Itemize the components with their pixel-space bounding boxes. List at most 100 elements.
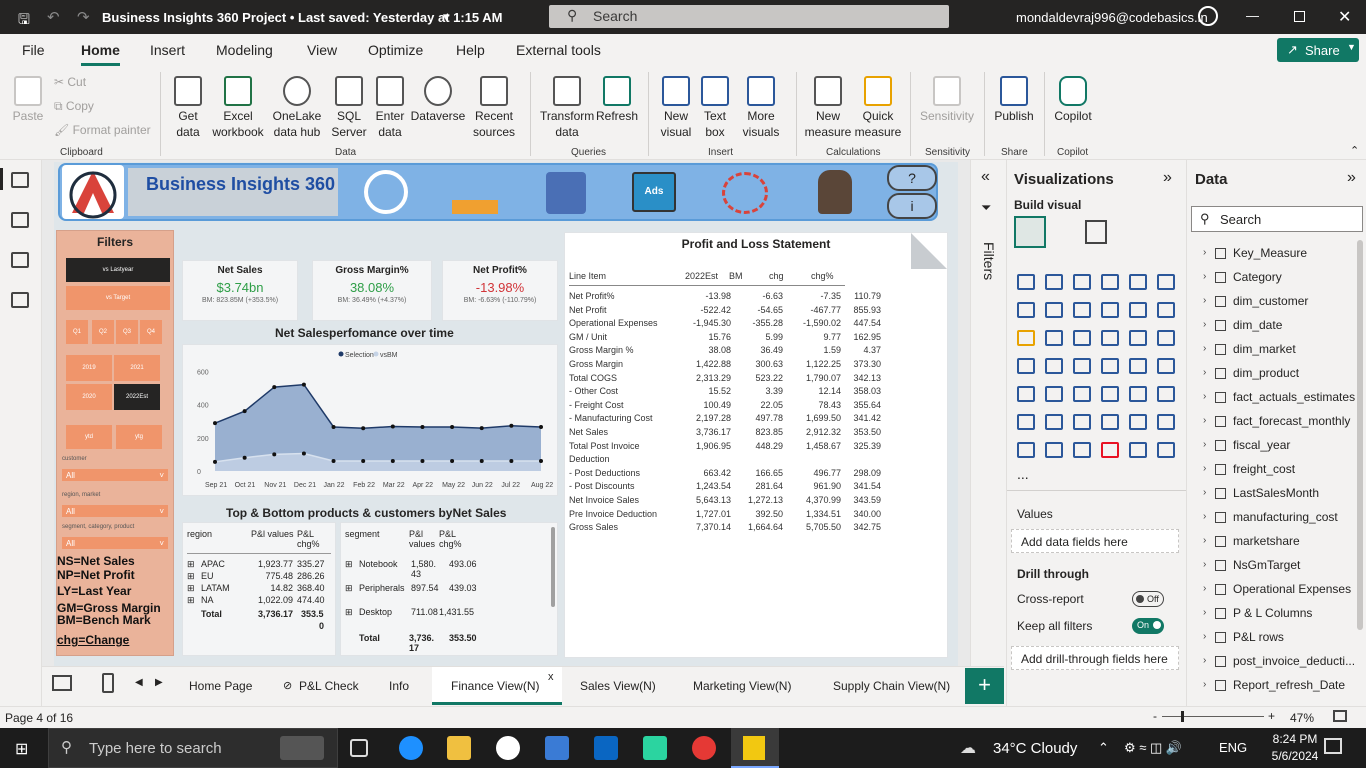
add-page-button[interactable]: + xyxy=(965,668,1004,704)
ytd-button[interactable]: ytd xyxy=(66,425,112,449)
prev-page-icon[interactable]: ◀ xyxy=(135,677,143,688)
donut-visual-icon[interactable] xyxy=(1129,330,1147,346)
expand-chevron-icon[interactable]: › xyxy=(1203,463,1206,474)
data-field-item[interactable]: P & L Columns xyxy=(1233,606,1312,620)
collapse-ribbon-icon[interactable]: ⌃ xyxy=(1350,144,1359,157)
menu-help[interactable]: Help xyxy=(456,42,485,58)
expand-chevron-icon[interactable]: › xyxy=(1203,367,1206,378)
data-field-item[interactable]: Category xyxy=(1233,270,1282,284)
other-b-visual-icon[interactable] xyxy=(1101,442,1119,458)
get-data-button[interactable]: Get data xyxy=(170,76,206,140)
publish-button[interactable]: Publish xyxy=(992,76,1036,124)
other-c-visual-icon[interactable] xyxy=(1129,442,1147,458)
task-view-icon[interactable] xyxy=(350,739,368,757)
tab-finance-view[interactable]: Finance View(N) xyxy=(451,679,539,693)
kpi-card-net-profit[interactable]: Net Profit% -13.98% BM: -6.63% (-110.79%… xyxy=(442,260,558,321)
expand-icon[interactable]: ⊞ xyxy=(187,583,195,594)
gauge-visual-icon[interactable] xyxy=(1101,358,1119,374)
expand-chevron-icon[interactable]: › xyxy=(1203,655,1206,666)
data-field-item[interactable]: Operational Expenses xyxy=(1233,582,1351,596)
table-visual-icon[interactable] xyxy=(1073,386,1091,402)
expand-chevron-icon[interactable]: › xyxy=(1203,247,1206,258)
desktop-layout-icon[interactable] xyxy=(52,675,72,691)
title-chevron-icon[interactable]: ▾ xyxy=(443,9,450,25)
dataverse-button[interactable]: Dataverse xyxy=(410,76,466,124)
quarter-button[interactable]: Q2 xyxy=(92,320,114,344)
zoom-out-icon[interactable]: - xyxy=(1153,709,1157,723)
store-icon[interactable] xyxy=(545,736,569,760)
tab-supply-chain-view[interactable]: Supply Chain View(N) xyxy=(833,679,950,693)
segment-slicer[interactable]: All ˅ xyxy=(62,537,168,549)
expand-chevron-icon[interactable]: › xyxy=(1203,319,1206,330)
year-button[interactable]: 2020 xyxy=(66,384,112,410)
fit-to-page-icon[interactable] xyxy=(1333,710,1347,722)
tab-pl-check[interactable]: P&L Check xyxy=(299,679,359,693)
ytg-button[interactable]: ytg xyxy=(116,425,162,449)
sales-nav-icon[interactable] xyxy=(546,172,586,214)
expand-chevron-icon[interactable]: › xyxy=(1203,487,1206,498)
zoom-in-icon[interactable]: + xyxy=(1268,709,1275,723)
decomp-tree-visual-icon[interactable] xyxy=(1045,414,1063,430)
line-visual-icon[interactable] xyxy=(1017,302,1035,318)
data-field-item[interactable]: dim_date xyxy=(1233,318,1282,332)
transform-data-button[interactable]: Transform data xyxy=(540,76,594,140)
area-visual-icon[interactable] xyxy=(1045,302,1063,318)
tab-home-page[interactable]: Home Page xyxy=(189,679,252,693)
stacked-column-visual-icon[interactable] xyxy=(1045,274,1063,290)
avatar-icon[interactable] xyxy=(1198,6,1218,26)
redo-icon[interactable]: ↷ xyxy=(77,8,90,26)
menu-file[interactable]: File xyxy=(22,42,45,58)
expand-icon[interactable]: ⊞ xyxy=(187,559,195,570)
expand-chevron-icon[interactable]: › xyxy=(1203,583,1206,594)
menu-external-tools[interactable]: External tools xyxy=(516,42,601,58)
expand-chevron-icon[interactable]: › xyxy=(1203,559,1206,570)
clustered-column-visual-icon[interactable] xyxy=(1101,274,1119,290)
100-bar-visual-icon[interactable] xyxy=(1129,274,1147,290)
drill-drop-zone[interactable]: Add drill-through fields here xyxy=(1011,646,1179,670)
model-view-icon[interactable] xyxy=(11,252,29,268)
new-visual-button[interactable]: New visual xyxy=(656,76,696,140)
expand-chevron-icon[interactable]: › xyxy=(1203,679,1206,690)
new-measure-button[interactable]: New measure xyxy=(804,76,852,140)
pl-statement[interactable]: Profit and Loss Statement Line Item 2022E… xyxy=(564,232,948,658)
stacked-bar-visual-icon[interactable] xyxy=(1017,274,1035,290)
quarter-button[interactable]: Q1 xyxy=(66,320,88,344)
close-tab-icon[interactable]: x xyxy=(548,671,554,683)
tray-icons[interactable]: ⚙ ≈ ◫ 🔊 xyxy=(1124,740,1182,756)
paginated-visual-icon[interactable] xyxy=(1129,414,1147,430)
line-column-visual-icon[interactable] xyxy=(1017,330,1035,346)
year-button[interactable]: 2021 xyxy=(114,355,160,381)
expand-chevron-icon[interactable]: › xyxy=(1203,271,1206,282)
data-field-item[interactable]: LastSalesMonth xyxy=(1233,486,1319,500)
more-visuals-button[interactable]: More visuals xyxy=(736,76,786,140)
table-view-icon[interactable] xyxy=(11,212,29,228)
expand-chevron-icon[interactable]: › xyxy=(1203,343,1206,354)
quarter-button[interactable]: Q3 xyxy=(116,320,138,344)
data-field-item[interactable]: Key_Measure xyxy=(1233,246,1307,260)
edge-icon[interactable] xyxy=(399,736,423,760)
funnel-visual-icon[interactable] xyxy=(1157,302,1175,318)
expand-chevron-icon[interactable]: › xyxy=(1203,607,1206,618)
format-painter-button[interactable]: 🖌 Format painter xyxy=(54,122,151,138)
expand-icon[interactable]: ⊞ xyxy=(187,571,195,582)
zoom-thumb[interactable] xyxy=(1181,711,1184,722)
data-field-item[interactable]: fact_actuals_estimates xyxy=(1233,390,1355,404)
data-field-item[interactable]: post_invoice_deducti... xyxy=(1233,654,1355,668)
next-page-icon[interactable]: ▶ xyxy=(155,677,163,688)
waterfall-visual-icon[interactable] xyxy=(1129,302,1147,318)
format-visual-tab[interactable] xyxy=(1085,220,1107,244)
home-nav-icon[interactable] xyxy=(364,170,408,214)
cross-report-toggle[interactable]: Off xyxy=(1132,591,1164,607)
expand-chevron-icon[interactable]: › xyxy=(1203,631,1206,642)
filters-pane[interactable]: « ⏷ Filters xyxy=(970,160,1006,706)
filled-map-visual-icon[interactable] xyxy=(1045,358,1063,374)
slicer-visual-icon[interactable] xyxy=(1045,386,1063,402)
expand-icon[interactable]: ⊞ xyxy=(345,583,353,594)
report-view-icon[interactable] xyxy=(11,172,29,188)
region-table[interactable]: region P&l values P&L chg% ⊞ APAC 1,923.… xyxy=(182,522,336,656)
refresh-button[interactable]: Refresh xyxy=(596,76,638,124)
expand-chevron-icon[interactable]: › xyxy=(1203,391,1206,402)
maximize-icon[interactable] xyxy=(1294,11,1305,22)
linkedin-icon[interactable] xyxy=(594,736,618,760)
stacked-area-visual-icon[interactable] xyxy=(1073,302,1091,318)
